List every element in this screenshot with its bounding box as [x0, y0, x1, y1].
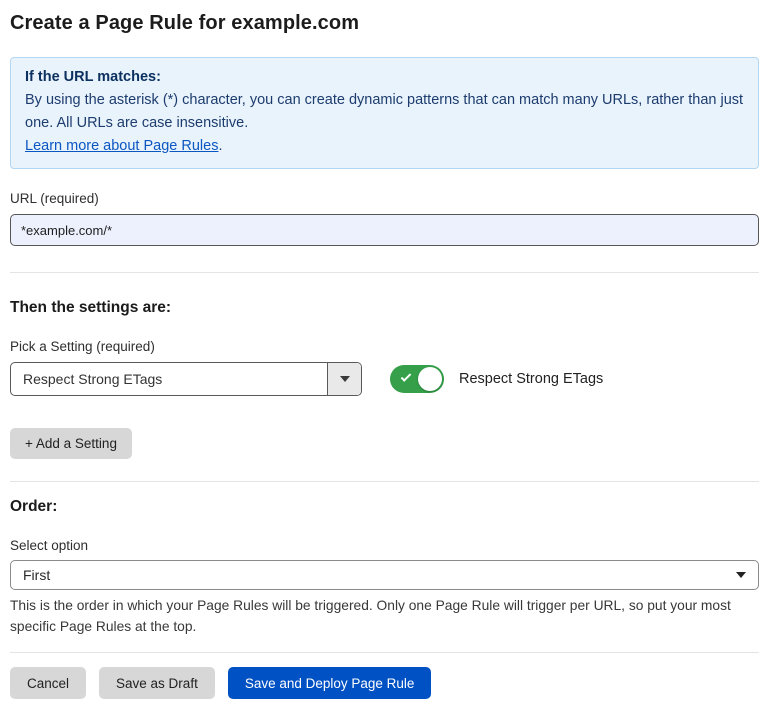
setting-dropdown[interactable]: Respect Strong ETags [10, 362, 362, 396]
info-box-link-line: Learn more about Page Rules. [25, 135, 744, 158]
learn-more-link[interactable]: Learn more about Page Rules [25, 138, 218, 154]
toggle-label: Respect Strong ETags [459, 371, 603, 387]
footer-buttons: Cancel Save as Draft Save and Deploy Pag… [10, 667, 759, 699]
setting-dropdown-value: Respect Strong ETags [11, 363, 327, 395]
divider [10, 652, 759, 653]
page-title: Create a Page Rule for example.com [10, 12, 759, 35]
divider [10, 272, 759, 273]
settings-heading: Then the settings are: [10, 299, 759, 317]
setting-dropdown-arrow-button[interactable] [327, 363, 361, 395]
check-icon [401, 371, 412, 382]
save-deploy-button[interactable]: Save and Deploy Page Rule [228, 667, 432, 699]
url-label: URL (required) [10, 191, 759, 206]
save-draft-button[interactable]: Save as Draft [99, 667, 215, 699]
caret-down-icon [340, 376, 350, 382]
order-help-text: This is the order in which your Page Rul… [10, 595, 755, 637]
page-rule-form: Create a Page Rule for example.com If th… [0, 0, 769, 715]
order-select[interactable]: First [10, 560, 759, 590]
setting-row: Respect Strong ETags Respect Strong ETag… [10, 362, 759, 396]
toggle-knob [418, 367, 442, 391]
etags-toggle[interactable] [390, 365, 444, 393]
add-setting-button[interactable]: + Add a Setting [10, 428, 132, 459]
order-heading: Order: [10, 498, 759, 516]
info-box-heading: If the URL matches: [25, 66, 744, 89]
info-box: If the URL matches: By using the asteris… [10, 57, 759, 169]
pick-setting-label: Pick a Setting (required) [10, 339, 759, 354]
order-select-value: First [23, 567, 736, 583]
info-box-body: By using the asterisk (*) character, you… [25, 89, 744, 135]
chevron-down-icon [736, 572, 746, 578]
select-option-label: Select option [10, 538, 759, 553]
url-input[interactable] [10, 214, 759, 246]
cancel-button[interactable]: Cancel [10, 667, 86, 699]
divider [10, 481, 759, 482]
link-period: . [218, 138, 222, 154]
